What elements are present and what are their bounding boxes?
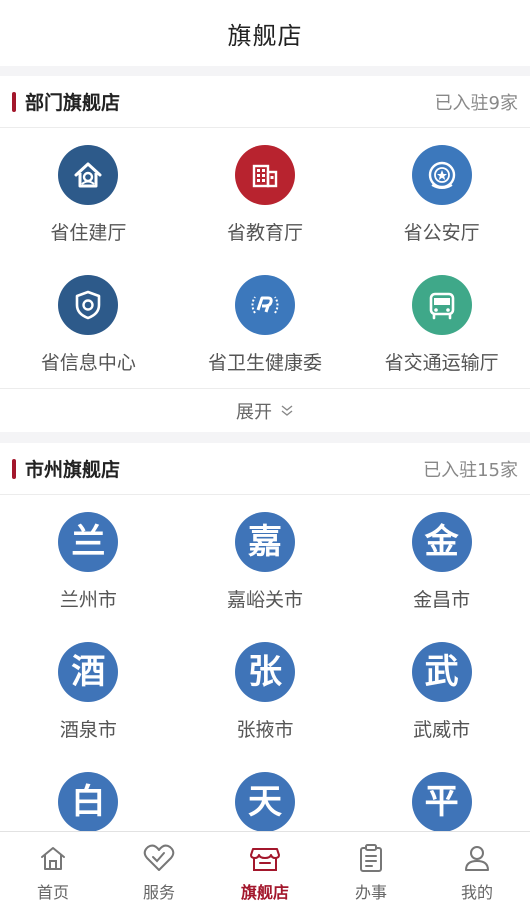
store-icon xyxy=(248,841,282,875)
department-section-header: 部门旗舰店 已入驻9家 xyxy=(0,76,530,128)
city-emblem-char: 嘉 xyxy=(247,522,282,562)
bus-icon xyxy=(429,292,454,320)
tab-label: 旗舰店 xyxy=(240,883,289,902)
tab-label: 服务 xyxy=(142,883,175,902)
department-item-health[interactable]: 省卫生健康委 xyxy=(177,258,354,388)
city-emblem-char: 平 xyxy=(424,782,459,822)
city-item-label: 金昌市 xyxy=(413,589,471,611)
house-icon xyxy=(74,162,102,188)
tab-label: 办事 xyxy=(354,883,387,902)
double-chevron-down-icon xyxy=(280,404,294,418)
city-item-label: 嘉峪关市 xyxy=(226,589,303,611)
department-stores-section: 部门旗舰店 已入驻9家 省住建厅 省教育厅 省公安厅 省信息中心 省卫生健康委 … xyxy=(0,76,530,432)
clipboard-icon xyxy=(354,841,388,875)
health-emblem-icon xyxy=(251,296,279,314)
police-badge-icon xyxy=(428,161,455,189)
tab-label: 首页 xyxy=(36,883,69,902)
expand-label: 展开 xyxy=(236,401,272,423)
city-emblem-char: 白 xyxy=(71,782,106,822)
city-stores-section: 市州旗舰店 已入驻15家 兰 兰州市 嘉 嘉峪关市 金 金昌市 酒 酒泉市 张 xyxy=(0,443,530,843)
department-item-info-center[interactable]: 省信息中心 xyxy=(0,258,177,388)
tab-service[interactable]: 服务 xyxy=(106,832,212,905)
city-item-label: 武威市 xyxy=(413,719,471,741)
tab-affairs[interactable]: 办事 xyxy=(318,832,424,905)
heart-icon xyxy=(142,841,176,875)
app-root: 旗舰店 部门旗舰店 已入驻9家 省住建厅 省教育厅 省公安厅 省信息中心 省卫生… xyxy=(0,0,530,905)
tab-home[interactable]: 首页 xyxy=(0,832,106,905)
city-section-header: 市州旗舰店 已入驻15家 xyxy=(0,443,530,495)
city-grid: 兰 兰州市 嘉 嘉峪关市 金 金昌市 酒 酒泉市 张 张掖市 武 武威市 白 天… xyxy=(0,495,530,885)
city-item-label: 兰州市 xyxy=(59,589,117,611)
city-item-label: 张掖市 xyxy=(236,719,294,741)
city-emblem-char: 张 xyxy=(247,652,282,692)
city-item-zhangye[interactable]: 张 张掖市 xyxy=(177,625,354,755)
department-item-label: 省卫生健康委 xyxy=(207,352,322,374)
city-store-count: 已入驻15家 xyxy=(423,459,518,481)
section-accent-bar xyxy=(12,458,16,479)
shield-icon xyxy=(76,290,101,320)
city-section-title: 市州旗舰店 xyxy=(25,459,121,481)
department-item-public-security[interactable]: 省公安厅 xyxy=(353,128,530,258)
page-title: 旗舰店 xyxy=(227,21,303,50)
city-emblem-char: 兰 xyxy=(71,522,106,562)
department-item-label: 省公安厅 xyxy=(403,222,480,244)
tab-flagship-store[interactable]: 旗舰店 xyxy=(212,832,318,905)
city-emblem-char: 天 xyxy=(247,782,282,822)
department-section-title: 部门旗舰店 xyxy=(25,92,121,114)
tab-label: 我的 xyxy=(460,883,493,902)
department-item-education[interactable]: 省教育厅 xyxy=(177,128,354,258)
bottom-tab-bar: 首页 服务 旗舰店 办事 我的 xyxy=(0,831,530,905)
city-item-label: 酒泉市 xyxy=(59,719,117,741)
city-emblem-char: 金 xyxy=(424,522,459,562)
department-item-housing[interactable]: 省住建厅 xyxy=(0,128,177,258)
city-emblem-char: 武 xyxy=(424,652,459,692)
department-item-label: 省交通运输厅 xyxy=(384,352,499,374)
home-icon xyxy=(36,841,70,875)
city-item-jiuquan[interactable]: 酒 酒泉市 xyxy=(0,625,177,755)
city-item-jiayuguan[interactable]: 嘉 嘉峪关市 xyxy=(177,495,354,625)
city-emblem-char: 酒 xyxy=(71,652,106,692)
expand-button[interactable]: 展开 xyxy=(0,388,530,432)
city-item-wuwei[interactable]: 武 武威市 xyxy=(353,625,530,755)
user-icon xyxy=(460,841,494,875)
top-navigation-bar: 旗舰店 xyxy=(0,0,530,66)
city-item-lanzhou[interactable]: 兰 兰州市 xyxy=(0,495,177,625)
tab-mine[interactable]: 我的 xyxy=(424,832,530,905)
department-item-label: 省信息中心 xyxy=(40,352,136,374)
department-item-label: 省教育厅 xyxy=(226,222,303,244)
city-item-jinchang[interactable]: 金 金昌市 xyxy=(353,495,530,625)
department-item-label: 省住建厅 xyxy=(50,222,127,244)
department-grid: 省住建厅 省教育厅 省公安厅 省信息中心 省卫生健康委 省交通运输厅 xyxy=(0,128,530,388)
department-item-transport[interactable]: 省交通运输厅 xyxy=(353,258,530,388)
building-icon xyxy=(252,164,278,188)
department-store-count: 已入驻9家 xyxy=(434,92,518,114)
section-accent-bar xyxy=(12,91,16,112)
